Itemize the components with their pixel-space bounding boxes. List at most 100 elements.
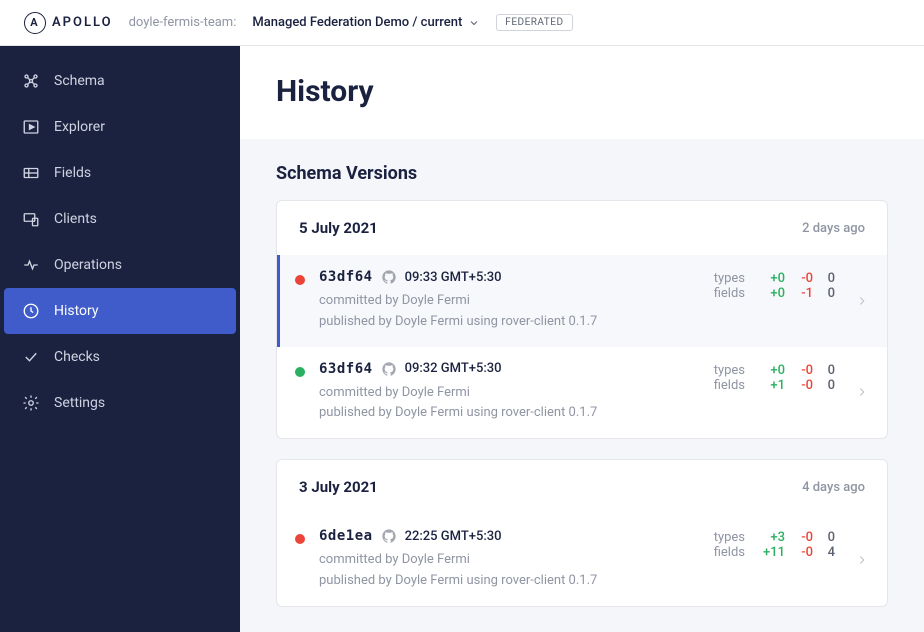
expand-version[interactable] xyxy=(849,294,869,308)
github-icon[interactable] xyxy=(381,528,397,544)
group-header: 3 July 2021 4 days ago xyxy=(277,460,887,514)
fields-label: fields xyxy=(714,378,751,393)
chevron-down-icon xyxy=(468,17,480,29)
github-icon[interactable] xyxy=(381,269,397,285)
graph-variant-selector[interactable]: Managed Federation Demo / current xyxy=(252,15,480,30)
sidebar-item-label: Explorer xyxy=(54,119,105,135)
clients-icon xyxy=(22,210,40,228)
sidebar-item-label: History xyxy=(54,303,99,319)
status-dot-icon xyxy=(295,275,305,285)
status-dot-icon xyxy=(295,367,305,377)
sidebar-item-label: Operations xyxy=(54,257,122,273)
status-dot-icon xyxy=(295,534,305,544)
published-by: published by Doyle Fermi using rover-cli… xyxy=(319,312,700,333)
schema-icon xyxy=(22,72,40,90)
types-added: +0 xyxy=(757,271,785,286)
group-date: 5 July 2021 xyxy=(299,219,378,237)
fields-added: +0 xyxy=(757,286,785,301)
history-icon xyxy=(22,302,40,320)
types-total: 0 xyxy=(819,530,835,545)
graph-variant-text: Managed Federation Demo / current xyxy=(252,15,462,30)
version-group: 3 July 2021 4 days ago 6de1ea 22:25 GMT+5:3… xyxy=(276,459,888,607)
types-label: types xyxy=(714,271,751,286)
version-row[interactable]: 63df64 09:32 GMT+5:30 committed by Doyle F… xyxy=(277,347,887,439)
sidebar-item-label: Schema xyxy=(54,73,105,89)
top-bar: A APOLLO doyle-fermis-team: Managed Fede… xyxy=(0,0,924,46)
change-stats: types +0 -0 0 fields +1 -0 0 xyxy=(714,363,835,393)
published-by: published by Doyle Fermi using rover-cli… xyxy=(319,571,700,592)
group-header: 5 July 2021 2 days ago xyxy=(277,201,887,255)
sidebar-item-checks[interactable]: Checks xyxy=(0,334,240,380)
fields-added: +11 xyxy=(757,545,785,560)
page-header: History xyxy=(240,46,924,139)
settings-icon xyxy=(22,394,40,412)
brand-logo[interactable]: A APOLLO xyxy=(24,12,113,34)
fields-removed: -0 xyxy=(791,545,813,560)
sidebar-item-explorer[interactable]: Explorer xyxy=(0,104,240,150)
sidebar-item-operations[interactable]: Operations xyxy=(0,242,240,288)
main-content: History Schema Versions 5 July 2021 2 day… xyxy=(240,46,924,632)
fields-total: 0 xyxy=(819,286,835,301)
checks-icon xyxy=(22,348,40,366)
types-added: +3 xyxy=(757,530,785,545)
sidebar-item-schema[interactable]: Schema xyxy=(0,58,240,104)
commit-hash: 6de1ea xyxy=(319,528,373,544)
sidebar-item-fields[interactable]: Fields xyxy=(0,150,240,196)
version-row[interactable]: 63df64 09:33 GMT+5:30 committed by Doyle F… xyxy=(277,255,887,347)
github-icon[interactable] xyxy=(381,361,397,377)
fields-icon xyxy=(22,164,40,182)
explorer-icon xyxy=(22,118,40,136)
version-body: 63df64 09:33 GMT+5:30 committed by Doyle F… xyxy=(319,269,700,333)
types-added: +0 xyxy=(757,363,785,378)
sidebar-item-settings[interactable]: Settings xyxy=(0,380,240,426)
operations-icon xyxy=(22,256,40,274)
sidebar-item-label: Checks xyxy=(54,349,100,365)
types-removed: -0 xyxy=(791,530,813,545)
commit-hash: 63df64 xyxy=(319,269,373,285)
types-total: 0 xyxy=(819,271,835,286)
fields-removed: -1 xyxy=(791,286,813,301)
version-row[interactable]: 6de1ea 22:25 GMT+5:30 committed by Doyle F… xyxy=(277,514,887,606)
sidebar-item-label: Clients xyxy=(54,211,97,227)
committed-by: committed by Doyle Fermi xyxy=(319,291,700,312)
expand-version[interactable] xyxy=(849,553,869,567)
sidebar: Schema Explorer Fields Clients Operations His… xyxy=(0,46,240,632)
group-ago: 2 days ago xyxy=(802,221,865,236)
commit-time: 09:32 GMT+5:30 xyxy=(405,361,502,376)
types-label: types xyxy=(714,530,751,545)
fields-added: +1 xyxy=(757,378,785,393)
version-body: 6de1ea 22:25 GMT+5:30 committed by Doyle F… xyxy=(319,528,700,592)
commit-hash: 63df64 xyxy=(319,361,373,377)
committed-by: committed by Doyle Fermi xyxy=(319,383,700,404)
commit-time: 09:33 GMT+5:30 xyxy=(405,270,502,285)
fields-label: fields xyxy=(714,286,751,301)
fields-total: 4 xyxy=(819,545,835,560)
change-stats: types +3 -0 0 fields +11 -0 4 xyxy=(714,530,835,560)
sidebar-item-history[interactable]: History xyxy=(4,288,236,334)
committed-by: committed by Doyle Fermi xyxy=(319,550,700,571)
types-removed: -0 xyxy=(791,363,813,378)
sidebar-item-label: Fields xyxy=(54,165,91,181)
fields-removed: -0 xyxy=(791,378,813,393)
types-total: 0 xyxy=(819,363,835,378)
types-removed: -0 xyxy=(791,271,813,286)
published-by: published by Doyle Fermi using rover-cli… xyxy=(319,403,700,424)
version-group: 5 July 2021 2 days ago 63df64 09:33 GMT+5:3… xyxy=(276,200,888,439)
sidebar-item-label: Settings xyxy=(54,395,105,411)
page-title: History xyxy=(276,74,888,109)
federated-badge: FEDERATED xyxy=(496,14,572,31)
team-label: doyle-fermis-team: xyxy=(129,15,237,30)
group-date: 3 July 2021 xyxy=(299,478,378,496)
apollo-logo-icon: A xyxy=(24,12,46,34)
types-label: types xyxy=(714,363,751,378)
group-ago: 4 days ago xyxy=(802,480,865,495)
change-stats: types +0 -0 0 fields +0 -1 0 xyxy=(714,271,835,301)
section-title: Schema Versions xyxy=(276,163,888,184)
commit-time: 22:25 GMT+5:30 xyxy=(405,529,502,544)
expand-version[interactable] xyxy=(849,385,869,399)
fields-label: fields xyxy=(714,545,751,560)
fields-total: 0 xyxy=(819,378,835,393)
sidebar-item-clients[interactable]: Clients xyxy=(0,196,240,242)
version-body: 63df64 09:32 GMT+5:30 committed by Doyle F… xyxy=(319,361,700,425)
brand-text: APOLLO xyxy=(52,15,113,30)
